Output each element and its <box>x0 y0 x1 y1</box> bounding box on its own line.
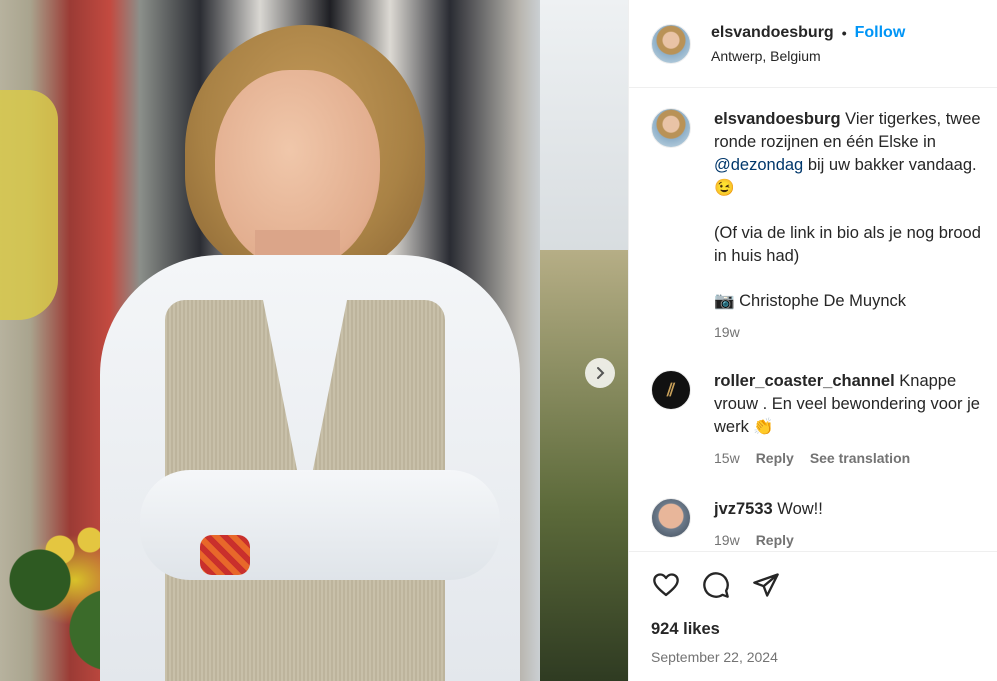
paper-plane-icon <box>753 573 779 597</box>
heart-icon <box>653 573 679 597</box>
comments-list[interactable]: elsvandoesburg Vier tigerkes, twee ronde… <box>629 88 997 551</box>
post-header-line: elsvandoesburg • Follow <box>711 24 905 42</box>
comment-meta: 15w Reply See translation <box>714 447 994 470</box>
reply-button[interactable]: Reply <box>756 447 794 470</box>
comment-username[interactable]: roller_coaster_channel <box>714 372 895 390</box>
caption: elsvandoesburg Vier tigerkes, twee ronde… <box>629 108 997 344</box>
list-item: jvz7533 Wow!! 19w Reply <box>629 498 997 551</box>
post-header: elsvandoesburg • Follow Antwerp, Belgium <box>629 0 997 88</box>
next-image-button[interactable] <box>585 358 615 388</box>
see-translation-button[interactable]: See translation <box>810 447 910 470</box>
comment-body: jvz7533 Wow!! 19w Reply <box>714 498 823 551</box>
caption-text: elsvandoesburg Vier tigerkes, twee ronde… <box>714 108 994 200</box>
post-panel: elsvandoesburg • Follow Antwerp, Belgium… <box>628 0 997 681</box>
list-item: ⫽ roller_coaster_channel Knappe vrouw . … <box>629 370 997 470</box>
comment-username[interactable]: jvz7533 <box>714 500 773 518</box>
photo-sky <box>540 0 628 250</box>
post-date[interactable]: September 22, 2024 <box>629 649 997 665</box>
comment-text: jvz7533 Wow!! <box>714 498 823 521</box>
post-location[interactable]: Antwerp, Belgium <box>711 48 905 64</box>
avatar[interactable] <box>651 23 691 64</box>
share-button[interactable] <box>751 570 781 600</box>
mention-link[interactable]: @dezondag <box>714 156 803 174</box>
caption-paragraph-3: 📷 Christophe De Muynck <box>714 292 907 310</box>
comment-bubble-icon <box>703 572 729 598</box>
separator-dot: • <box>841 24 847 41</box>
like-button[interactable] <box>651 570 681 600</box>
comment-button[interactable] <box>701 570 731 600</box>
avatar[interactable] <box>651 108 691 148</box>
comment-time[interactable]: 19w <box>714 529 740 551</box>
post-header-meta: elsvandoesburg • Follow Antwerp, Belgium <box>711 24 905 64</box>
photo-field <box>540 250 628 681</box>
avatar[interactable] <box>651 498 691 538</box>
caption-paragraph-2: (Of via de link in bio als je nog brood … <box>714 224 981 265</box>
avatar[interactable]: ⫽ <box>651 370 691 410</box>
post-username[interactable]: elsvandoesburg <box>711 24 834 42</box>
comment-text: roller_coaster_channel Knappe vrouw . En… <box>714 370 994 439</box>
roller-coaster-icon: ⫽ <box>666 379 676 400</box>
comment-time[interactable]: 15w <box>714 447 740 470</box>
photo-bracelet <box>200 535 250 575</box>
comment-content: Wow!! <box>772 500 823 518</box>
like-count[interactable]: 924 likes <box>629 620 997 639</box>
photo-graffiti <box>0 90 58 320</box>
comment-meta: 19w Reply <box>714 529 823 551</box>
follow-button[interactable]: Follow <box>855 24 906 42</box>
chevron-right-icon <box>597 367 605 379</box>
caption-time[interactable]: 19w <box>714 321 740 344</box>
caption-username[interactable]: elsvandoesburg <box>714 110 841 128</box>
comment-body: roller_coaster_channel Knappe vrouw . En… <box>714 370 994 470</box>
caption-meta: 19w <box>714 321 994 344</box>
post-photo <box>0 0 628 681</box>
action-icons <box>629 552 997 600</box>
reply-button[interactable]: Reply <box>756 529 794 551</box>
photo-arms <box>140 470 500 580</box>
caption-body: elsvandoesburg Vier tigerkes, twee ronde… <box>714 108 994 344</box>
post-actions: 924 likes September 22, 2024 <box>629 551 997 681</box>
